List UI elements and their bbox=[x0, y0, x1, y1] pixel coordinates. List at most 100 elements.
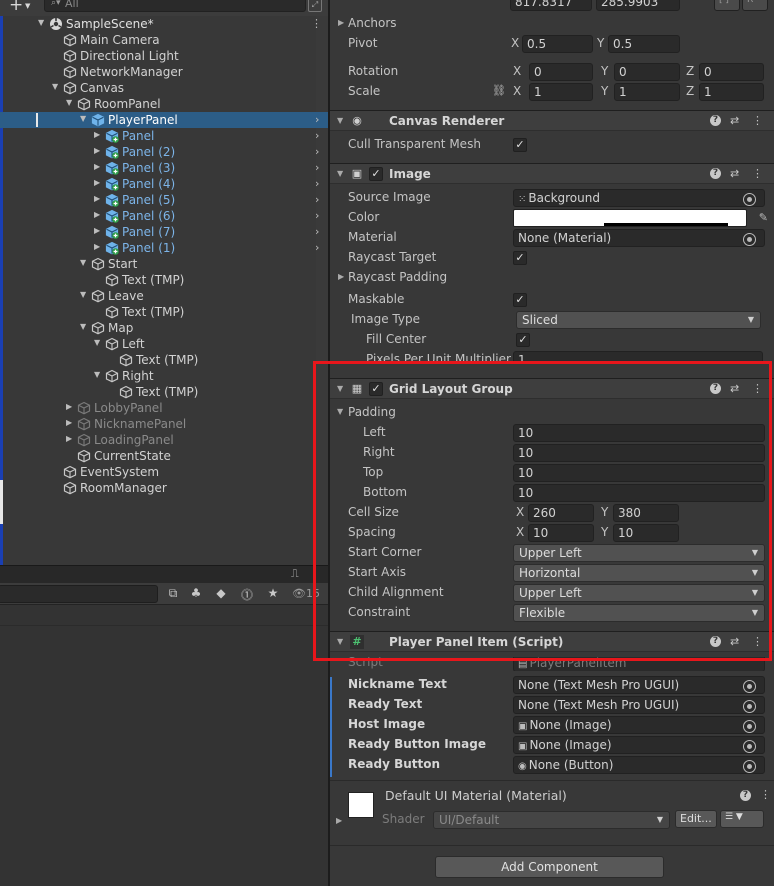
search-options-icon[interactable]: ⤢ bbox=[308, 0, 322, 12]
fold-arrow-icon[interactable]: ▶ bbox=[338, 18, 344, 27]
hierarchy-row[interactable]: ▶ Panel (3) › bbox=[0, 160, 328, 176]
fold-arrow-icon[interactable]: ▼ bbox=[337, 116, 343, 125]
image-type-dropdown[interactable]: Sliced ▼ bbox=[516, 311, 761, 329]
hierarchy-search-input[interactable] bbox=[65, 0, 285, 9]
fold-arrow-icon[interactable]: ▼ bbox=[337, 384, 343, 393]
color-swatch[interactable] bbox=[513, 209, 747, 227]
maskable-checkbox[interactable]: ✓ bbox=[513, 293, 527, 307]
fold-arrow-icon[interactable]: ▼ bbox=[337, 407, 343, 416]
start-axis-dropdown[interactable]: Horizontal ▼ bbox=[513, 564, 765, 582]
player-panel-item-header[interactable]: ▼ # Player Panel Item (Script) ? ⇄ ⋮ bbox=[330, 631, 774, 652]
ready-button-field[interactable]: ◉ None (Button) bbox=[513, 756, 765, 774]
padding-top-field[interactable]: 10 bbox=[513, 464, 765, 482]
rotation-x-field[interactable]: 0 bbox=[529, 63, 593, 81]
start-corner-dropdown[interactable]: Upper Left ▼ bbox=[513, 544, 765, 562]
hierarchy-row[interactable]: ▼ RoomPanel bbox=[0, 96, 328, 112]
object-picker-icon[interactable] bbox=[743, 680, 756, 693]
width-field[interactable]: 817.8317 bbox=[510, 0, 592, 11]
object-picker-icon[interactable] bbox=[743, 720, 756, 733]
label-tag-icon[interactable]: ◆ bbox=[212, 586, 230, 602]
eyedropper-icon[interactable]: ✎ bbox=[759, 211, 768, 224]
warning-icon[interactable]: ⓵ bbox=[238, 586, 256, 602]
expand-arrow-icon[interactable]: ▼ bbox=[94, 338, 104, 347]
open-prefab-chevron-icon[interactable]: › bbox=[315, 225, 319, 238]
hierarchy-search[interactable]: ⌕▾ bbox=[44, 0, 306, 12]
hierarchy-row[interactable]: Directional Light bbox=[0, 48, 328, 64]
child-alignment-dropdown[interactable]: Upper Left ▼ bbox=[513, 584, 765, 602]
constrain-proportions-icon[interactable]: ⛓ bbox=[492, 84, 506, 97]
hierarchy-row[interactable]: ▼ Left bbox=[0, 336, 328, 352]
kebab-menu-icon[interactable]: ⋮ bbox=[752, 114, 763, 127]
scale-z-field[interactable]: 1 bbox=[699, 83, 764, 101]
expand-arrow-icon[interactable]: ▼ bbox=[38, 18, 48, 27]
open-prefab-chevron-icon[interactable]: › bbox=[315, 145, 319, 158]
hierarchy-row[interactable]: CurrentState bbox=[0, 448, 328, 464]
search-by-type-icon[interactable]: ⧉ bbox=[164, 586, 182, 602]
ready-button-image-field[interactable]: ▣ None (Image) bbox=[513, 736, 765, 754]
preset-icon[interactable]: ⇄ bbox=[730, 635, 739, 648]
hierarchy-row[interactable]: ▶ NicknamePanel bbox=[0, 416, 328, 432]
hierarchy-row[interactable]: Text (TMP) bbox=[0, 304, 328, 320]
hierarchy-row[interactable]: ▶ Panel (7) › bbox=[0, 224, 328, 240]
hierarchy-row[interactable]: ▼ SampleScene* ⋮ bbox=[0, 16, 328, 32]
expand-arrow-icon[interactable]: ▼ bbox=[52, 82, 62, 91]
cell-size-y-field[interactable]: 380 bbox=[613, 504, 679, 522]
hierarchy-row[interactable]: ▼ Right bbox=[0, 368, 328, 384]
spacing-y-field[interactable]: 10 bbox=[613, 524, 679, 542]
add-component-button[interactable]: Add Component bbox=[435, 856, 664, 878]
padding-bottom-field[interactable]: 10 bbox=[513, 484, 765, 502]
expand-arrow-icon[interactable]: ▼ bbox=[80, 322, 90, 331]
fold-arrow-icon[interactable]: ▶ bbox=[336, 816, 342, 825]
preset-icon[interactable]: ⇄ bbox=[730, 167, 739, 180]
open-prefab-chevron-icon[interactable]: › bbox=[315, 129, 319, 142]
help-icon[interactable]: ? bbox=[740, 790, 751, 801]
hierarchy-row[interactable]: Text (TMP) bbox=[0, 384, 328, 400]
collapse-arrow-icon[interactable]: ▶ bbox=[94, 146, 104, 155]
ppu-field[interactable]: 1 bbox=[513, 351, 763, 364]
fold-arrow-icon[interactable]: ▶ bbox=[338, 272, 344, 281]
preset-icon[interactable]: ⇄ bbox=[730, 382, 739, 395]
expand-arrow-icon[interactable]: ▼ bbox=[80, 290, 90, 299]
open-prefab-chevron-icon[interactable]: › bbox=[315, 209, 319, 222]
hierarchy-row[interactable]: NetworkManager bbox=[0, 64, 328, 80]
lock-icon[interactable]: ⎍ bbox=[291, 567, 299, 581]
ready-text-field[interactable]: None (Text Mesh Pro UGUI) bbox=[513, 696, 765, 714]
rotation-z-field[interactable]: 0 bbox=[699, 63, 764, 81]
hierarchy-row[interactable]: ▶ Panel (4) › bbox=[0, 176, 328, 192]
open-prefab-chevron-icon[interactable]: › bbox=[315, 113, 319, 126]
anchors-row[interactable]: ▶ Anchors bbox=[330, 14, 774, 34]
hierarchy-row[interactable]: ▼ PlayerPanel › bbox=[0, 112, 328, 128]
hierarchy-row[interactable]: ▼ Leave bbox=[0, 288, 328, 304]
preset-icon[interactable]: ⇄ bbox=[730, 114, 739, 127]
raycast-padding-row[interactable]: ▶ Raycast Padding bbox=[330, 268, 774, 288]
fold-arrow-icon[interactable]: ▼ bbox=[337, 637, 343, 646]
visibility-count[interactable]: 👁15 bbox=[292, 587, 320, 600]
help-icon[interactable]: ? bbox=[710, 383, 721, 394]
create-object-button[interactable]: + ▼ bbox=[5, 0, 37, 15]
fill-center-checkbox[interactable]: ✓ bbox=[516, 333, 530, 347]
cell-size-x-field[interactable]: 260 bbox=[528, 504, 594, 522]
object-picker-icon[interactable] bbox=[743, 700, 756, 713]
blueprint-button[interactable]: [ ] bbox=[714, 0, 740, 11]
object-picker-icon[interactable] bbox=[743, 193, 756, 206]
canvas-renderer-header[interactable]: ▼ ◉ Canvas Renderer ? ⇄ ⋮ bbox=[330, 110, 774, 131]
open-prefab-chevron-icon[interactable]: › bbox=[315, 177, 319, 190]
filter-by-type-icon[interactable]: ♣ bbox=[187, 586, 205, 602]
collapse-arrow-icon[interactable]: ▶ bbox=[94, 130, 104, 139]
open-prefab-chevron-icon[interactable]: › bbox=[315, 161, 319, 174]
height-field[interactable]: 285.9903 bbox=[596, 0, 680, 11]
collapse-arrow-icon[interactable]: ▶ bbox=[94, 242, 104, 251]
raw-edit-button[interactable]: R bbox=[742, 0, 768, 11]
hierarchy-row[interactable]: ▼ Start bbox=[0, 256, 328, 272]
hierarchy-row[interactable]: ▶ Panel › bbox=[0, 128, 328, 144]
scale-y-field[interactable]: 1 bbox=[614, 83, 680, 101]
open-prefab-chevron-icon[interactable]: › bbox=[315, 241, 319, 254]
hierarchy-row[interactable]: Main Camera bbox=[0, 32, 328, 48]
collapse-arrow-icon[interactable]: ▶ bbox=[94, 226, 104, 235]
collapse-arrow-icon[interactable]: ▶ bbox=[94, 194, 104, 203]
collapse-arrow-icon[interactable]: ▶ bbox=[94, 162, 104, 171]
scale-x-field[interactable]: 1 bbox=[529, 83, 593, 101]
hierarchy-row[interactable]: ▼ Map bbox=[0, 320, 328, 336]
rotation-y-field[interactable]: 0 bbox=[614, 63, 680, 81]
image-header[interactable]: ▼ ▣ ✓ Image ? ⇄ ⋮ bbox=[330, 163, 774, 184]
